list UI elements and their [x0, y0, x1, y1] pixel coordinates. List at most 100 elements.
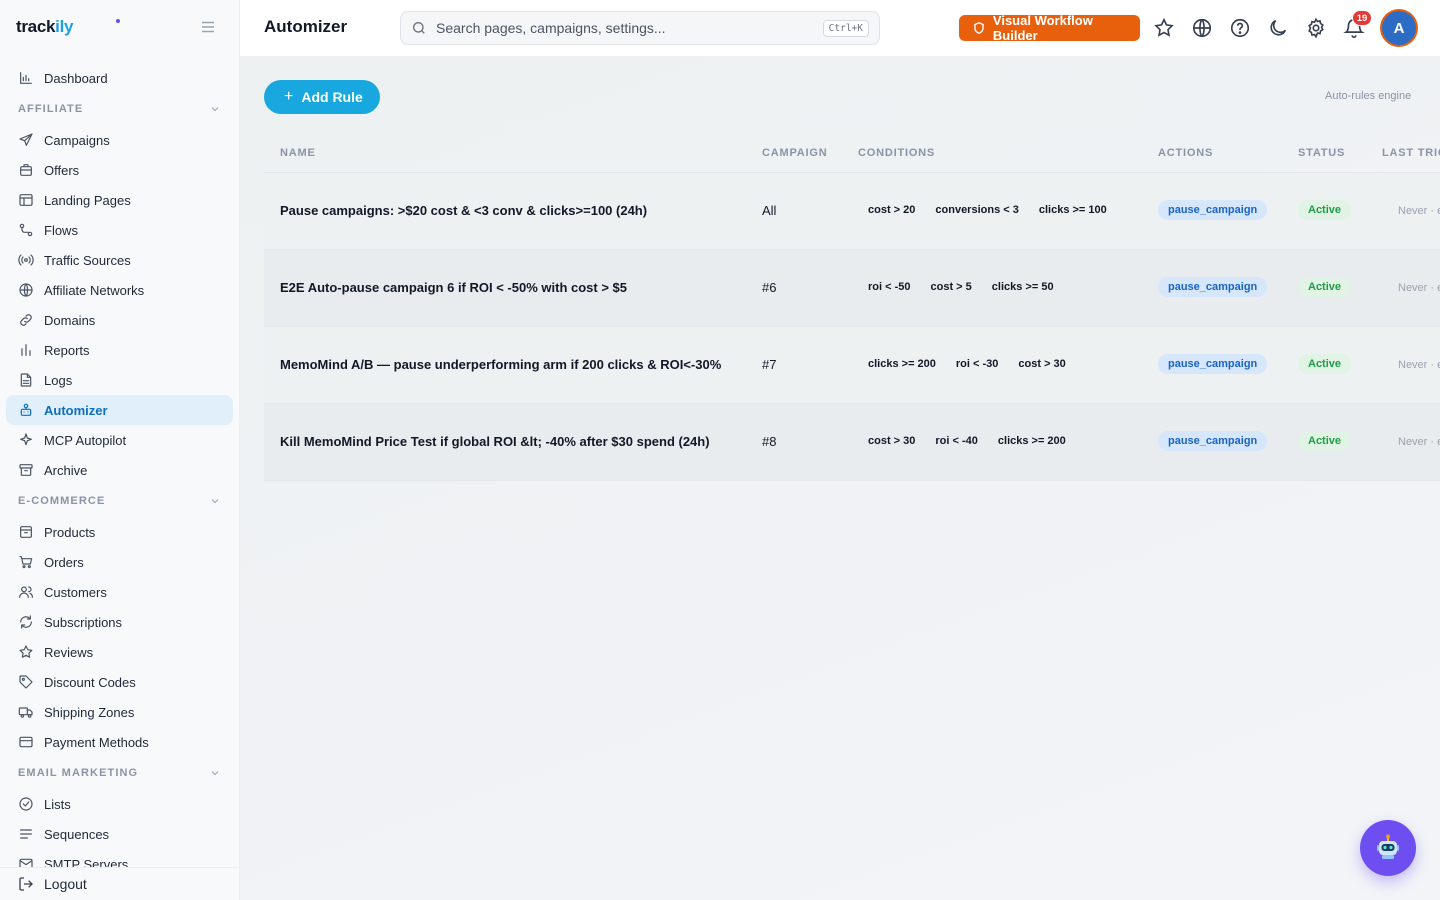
add-rule-button[interactable]: + Add Rule	[264, 80, 380, 114]
sidebar-item-traffic-sources[interactable]: Traffic Sources	[6, 245, 233, 275]
send-icon	[19, 133, 33, 146]
column-header-status[interactable]: STATUS	[1298, 147, 1345, 159]
rule-name[interactable]: E2E Auto-pause campaign 6 if ROI < -50% …	[280, 280, 627, 295]
rule-campaign: All	[762, 203, 777, 218]
nav-section-email-marketing[interactable]: EMAIL MARKETING	[6, 757, 233, 789]
sidebar-item-sequences[interactable]: Sequences	[6, 819, 233, 849]
rule-conditions: cost > 20 conversions < 3 clicks >= 100	[859, 204, 1118, 216]
table-body: Pause campaigns: >$20 cost & <3 conv & c…	[264, 173, 1440, 481]
logout-icon	[19, 877, 33, 891]
sidebar-item-label: Archive	[44, 462, 88, 478]
sidebar-item-label: Affiliate Networks	[44, 282, 145, 298]
sidebar-item-dashboard[interactable]: Dashboard	[6, 63, 233, 93]
moon-icon[interactable]	[1267, 17, 1289, 39]
sidebar-item-label: Reports	[44, 342, 90, 358]
globe-icon	[19, 283, 33, 297]
nav-section-affiliate[interactable]: AFFILIATE	[6, 93, 233, 125]
logout-button[interactable]: Logout	[0, 867, 239, 900]
sidebar-item-payment-methods[interactable]: Payment Methods	[6, 727, 233, 757]
lines-icon	[20, 829, 32, 839]
search-input[interactable]	[436, 20, 806, 36]
sidebar-item-label: SMTP Servers	[44, 856, 129, 868]
rule-name[interactable]: MemoMind A/B — pause underperforming arm…	[280, 357, 721, 372]
condition-chip: conversions < 3	[935, 204, 1019, 216]
column-header-actions[interactable]: ACTIONS	[1158, 147, 1213, 159]
search-box[interactable]: Ctrl+K	[400, 11, 880, 45]
sidebar-item-label: Payment Methods	[44, 734, 149, 750]
engine-label: Auto-rules engine	[1325, 90, 1412, 102]
assistant-bot-button[interactable]	[1360, 820, 1416, 876]
sidebar-item-label: Discount Codes	[44, 674, 136, 690]
column-header-conditions[interactable]: CONDITIONS	[858, 147, 935, 159]
sidebar-nav: Dashboard AFFILIATE Campaigns Offers Landing…	[6, 63, 233, 867]
avatar[interactable]: A	[1382, 11, 1416, 45]
menu-icon[interactable]	[199, 18, 217, 36]
chevron-down-icon	[211, 499, 219, 504]
logout-label: Logout	[44, 876, 87, 892]
sidebar-item-mcp-autopilot[interactable]: MCP Autopilot	[6, 425, 233, 455]
sidebar-item-discount-codes[interactable]: Discount Codes	[6, 667, 233, 697]
sidebar-item-logs[interactable]: Logs	[6, 365, 233, 395]
sidebar-item-affiliate-networks[interactable]: Affiliate Networks	[6, 275, 233, 305]
brand-prefix: track	[16, 17, 56, 36]
sidebar-item-lists[interactable]: Lists	[6, 789, 233, 819]
rule-name[interactable]: Kill MemoMind Price Test if global ROI &…	[280, 434, 710, 449]
action-badge: pause_campaign	[1158, 354, 1268, 374]
condition-chip: cost > 5	[930, 281, 972, 293]
sidebar: trackily Dashboard AFFILIATE Campaigns Offe…	[0, 0, 240, 900]
sidebar-item-landing-pages[interactable]: Landing Pages	[6, 185, 233, 215]
sidebar-item-label: Campaigns	[44, 132, 110, 148]
column-header-name[interactable]: NAME	[280, 147, 316, 159]
status-badge[interactable]: Active	[1298, 354, 1352, 374]
nav-section-title: EMAIL MARKETING	[18, 767, 139, 779]
condition-chip: roi < -40	[935, 435, 978, 447]
rule-name[interactable]: Pause campaigns: >$20 cost & <3 conv & c…	[280, 203, 647, 218]
visual-workflow-builder-button[interactable]: Visual Workflow Builder	[959, 13, 1140, 43]
cart-icon	[19, 556, 33, 569]
help-icon[interactable]	[1229, 17, 1251, 39]
nav-section-title: AFFILIATE	[18, 103, 84, 115]
last-triggered: Never · eve	[1398, 282, 1440, 294]
nav-section-e-commerce[interactable]: E-COMMERCE	[6, 485, 233, 517]
sidebar-item-smtp-servers[interactable]: SMTP Servers	[6, 849, 233, 867]
table-row[interactable]: Pause campaigns: >$20 cost & <3 conv & c…	[264, 173, 1440, 250]
sidebar-item-orders[interactable]: Orders	[6, 547, 233, 577]
sidebar-item-flows[interactable]: Flows	[6, 215, 233, 245]
status-badge[interactable]: Active	[1298, 200, 1352, 220]
condition-chip: clicks >= 50	[991, 281, 1054, 293]
sidebar-item-campaigns[interactable]: Campaigns	[6, 125, 233, 155]
main-content: + Add Rule Auto-rules engine NAME CAMPAI…	[240, 56, 1440, 900]
condition-chip: roi < -30	[955, 358, 999, 370]
briefcase-icon	[20, 164, 32, 176]
sidebar-item-automizer[interactable]: Automizer	[6, 395, 233, 425]
sidebar-item-reports[interactable]: Reports	[6, 335, 233, 365]
star-icon[interactable]	[1153, 17, 1175, 39]
bar-chart-icon	[20, 72, 32, 84]
star-icon	[19, 645, 33, 658]
column-header-campaign[interactable]: CAMPAIGN	[762, 147, 827, 159]
archive-icon	[19, 464, 33, 476]
globe-icon[interactable]	[1191, 17, 1213, 39]
gear-icon[interactable]	[1305, 17, 1327, 39]
sidebar-item-offers[interactable]: Offers	[6, 155, 233, 185]
sidebar-item-label: Products	[44, 524, 96, 540]
table-row[interactable]: Kill MemoMind Price Test if global ROI &…	[264, 404, 1440, 481]
status-badge[interactable]: Active	[1298, 277, 1352, 297]
sidebar-item-archive[interactable]: Archive	[6, 455, 233, 485]
sidebar-item-products[interactable]: Products	[6, 517, 233, 547]
sidebar-item-customers[interactable]: Customers	[6, 577, 233, 607]
table-row[interactable]: MemoMind A/B — pause underperforming arm…	[264, 327, 1440, 404]
brand-logo[interactable]: trackily	[16, 17, 73, 37]
column-header-last-triggered[interactable]: LAST TRIG	[1382, 147, 1440, 159]
rules-table: NAME CAMPAIGN CONDITIONS ACTIONS STATUS …	[264, 130, 1440, 481]
sidebar-item-domains[interactable]: Domains	[6, 305, 233, 335]
sidebar-item-shipping-zones[interactable]: Shipping Zones	[6, 697, 233, 727]
search-icon	[413, 22, 425, 34]
flow-icon	[19, 223, 33, 237]
sidebar-item-subscriptions[interactable]: Subscriptions	[6, 607, 233, 637]
condition-chip: clicks >= 200	[997, 435, 1066, 447]
status-badge[interactable]: Active	[1298, 431, 1352, 451]
table-row[interactable]: E2E Auto-pause campaign 6 if ROI < -50% …	[264, 250, 1440, 327]
sidebar-item-reviews[interactable]: Reviews	[6, 637, 233, 667]
add-rule-label: Add Rule	[301, 89, 363, 105]
